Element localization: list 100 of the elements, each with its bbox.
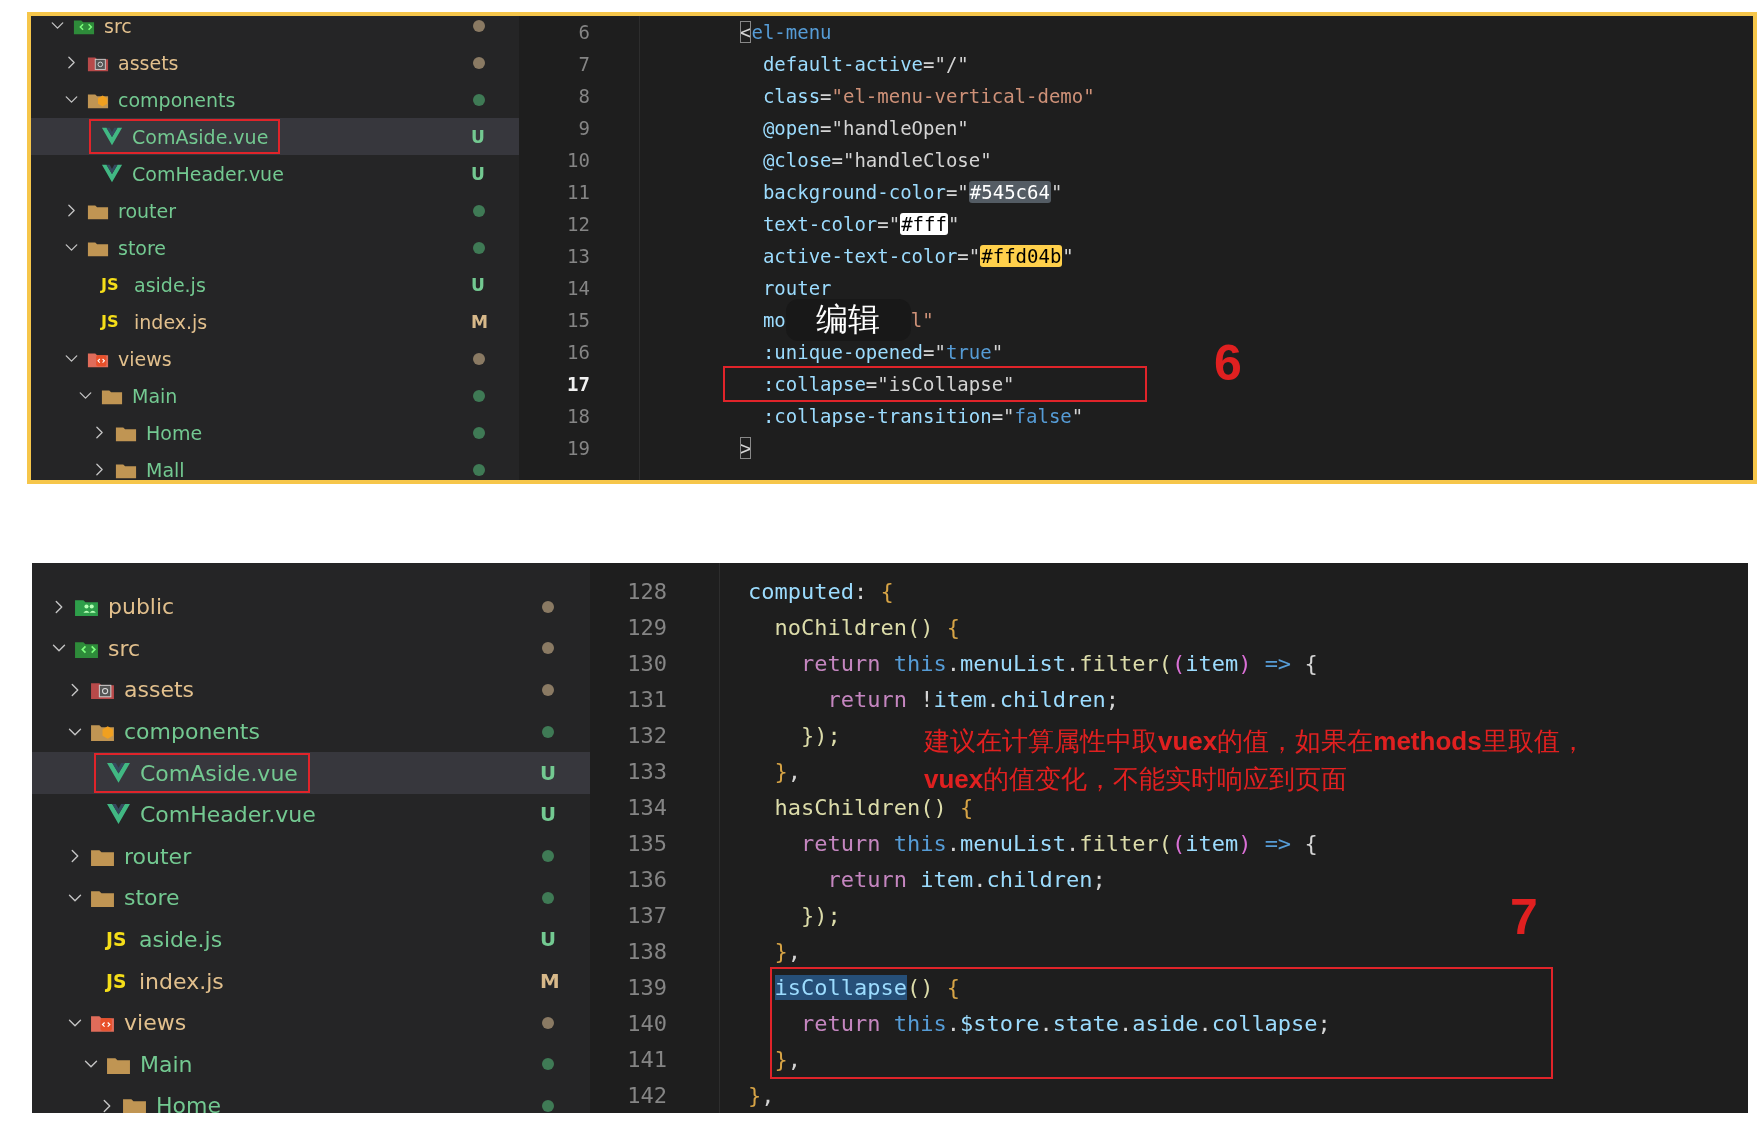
tree-row[interactable]: src — [31, 16, 519, 44]
file-name: Main — [132, 384, 178, 407]
line-number: 135 — [627, 829, 667, 858]
git-status-dot-icon — [542, 1016, 554, 1029]
js-icon: JS — [101, 275, 125, 294]
line-number: 19 — [567, 436, 590, 461]
code-line: default-active="/" — [761, 53, 969, 75]
file-name: src — [104, 16, 132, 37]
git-status: U — [540, 803, 554, 827]
file-name: assets — [118, 51, 179, 74]
tree-row[interactable]: Main — [31, 377, 519, 414]
git-status-dot-icon — [542, 891, 554, 904]
v-logo-icon — [106, 760, 131, 786]
line-number: 138 — [627, 937, 667, 966]
git-status-dot-icon — [542, 600, 554, 613]
code-line: mo — [761, 309, 786, 331]
file-name: components — [124, 719, 260, 745]
tree-row[interactable]: views — [32, 1001, 590, 1044]
git-status-dot-icon — [473, 56, 485, 69]
code-line: noChildren() { — [773, 614, 960, 640]
code-line: active-text-color="#ffd04b" — [761, 245, 1074, 267]
file-name: Main — [140, 1051, 193, 1077]
code-line: @close="handleClose" — [761, 149, 992, 171]
code-line: isCollapse() { — [773, 974, 960, 1000]
file-name: store — [118, 236, 167, 259]
tree-row[interactable]: views — [31, 340, 519, 377]
git-status-dot-icon — [473, 93, 485, 106]
file-name: store — [124, 885, 180, 911]
tree-row[interactable]: JS aside.js U — [31, 266, 519, 303]
line-number: 14 — [567, 276, 590, 301]
js-icon: JS — [106, 970, 130, 992]
file-name: assets — [124, 677, 195, 703]
tree-row[interactable]: assets — [31, 44, 519, 81]
tree-row[interactable]: ComAside.vue U — [32, 752, 590, 794]
code-line: l" — [910, 309, 934, 331]
tree-row[interactable]: JS aside.js U — [32, 918, 590, 961]
file-name: src — [108, 635, 141, 661]
code-line: :unique-opened="true" — [761, 341, 1004, 363]
code-line: }, — [773, 938, 801, 964]
tree-row[interactable]: components — [32, 710, 590, 753]
tree-row[interactable]: ComHeader.vue U — [31, 155, 519, 192]
tree-row[interactable]: router — [32, 835, 590, 878]
line-number: 139 — [627, 973, 667, 1002]
line-number: 16 — [567, 340, 590, 365]
tree-row[interactable]: Home — [32, 1085, 590, 1113]
file-name: Home — [146, 421, 203, 444]
file-name: ComAside.vue — [140, 760, 298, 786]
tree-row[interactable]: src — [32, 627, 590, 670]
tree-row[interactable]: Home — [31, 414, 519, 451]
step-number: 7 — [1510, 888, 1538, 946]
git-status-dot-icon — [473, 204, 485, 217]
line-number: 17 — [567, 372, 590, 397]
line-number: 13 — [567, 244, 590, 269]
git-status-dot-icon — [473, 389, 485, 402]
line-number: 133 — [627, 757, 667, 786]
line-number: 15 — [567, 308, 590, 333]
file-name: ComAside.vue — [132, 125, 269, 148]
step-number: 6 — [1214, 334, 1242, 392]
line-number: 9 — [578, 116, 590, 141]
file-name: ComHeader.vue — [132, 162, 284, 185]
tree-row[interactable]: ComHeader.vue U — [32, 793, 590, 836]
code-line: }, — [748, 1082, 775, 1108]
tree-row[interactable]: store — [31, 229, 519, 266]
line-number: 134 — [627, 793, 667, 822]
line-number: 129 — [627, 613, 667, 642]
tree-row[interactable]: assets — [32, 669, 590, 711]
code-line: return this.$store.state.aside.collapse; — [800, 1010, 1331, 1036]
git-status: U — [540, 928, 554, 952]
tree-row[interactable]: router — [31, 192, 519, 229]
git-status: U — [540, 761, 554, 785]
tree-row[interactable]: JS index.js M — [32, 960, 590, 1002]
tree-row[interactable]: Main — [32, 1043, 590, 1086]
line-number: 141 — [627, 1045, 667, 1074]
file-name: Home — [156, 1093, 221, 1113]
git-status-dot-icon — [473, 426, 485, 439]
line-number: 10 — [567, 148, 590, 173]
file-name: ComHeader.vue — [140, 802, 316, 828]
line-number: 140 — [627, 1009, 667, 1038]
js-icon: JS — [101, 312, 125, 331]
tree-row[interactable]: public — [32, 586, 590, 628]
tree-row[interactable]: store — [32, 877, 590, 919]
tree-row[interactable]: Mall — [31, 451, 519, 480]
file-name: Mall — [146, 458, 185, 480]
git-status-dot-icon — [473, 19, 485, 32]
code-line: }); — [800, 722, 841, 748]
code-line: text-color="#fff" — [761, 213, 960, 235]
code-line: return this.menuList.filter((item) => { — [800, 650, 1318, 676]
code-line: }); — [800, 902, 841, 928]
git-status-dot-icon — [542, 725, 554, 738]
annotation-text: 建议在计算属性中取vuex的值，如果在methods里取值， — [924, 725, 1586, 758]
code-line: hasChildren() { — [773, 794, 974, 820]
tree-row[interactable]: components — [31, 81, 519, 118]
tree-row[interactable]: JS index.js M — [31, 303, 519, 340]
line-number: 132 — [627, 721, 667, 750]
code-line: class="el-menu-vertical-demo" — [761, 85, 1095, 107]
code-line: }, — [773, 1046, 801, 1072]
tree-row[interactable]: ComAside.vue U — [31, 118, 519, 155]
line-number: 18 — [567, 404, 590, 429]
line-number: 12 — [567, 212, 590, 237]
file-name: views — [118, 347, 172, 370]
